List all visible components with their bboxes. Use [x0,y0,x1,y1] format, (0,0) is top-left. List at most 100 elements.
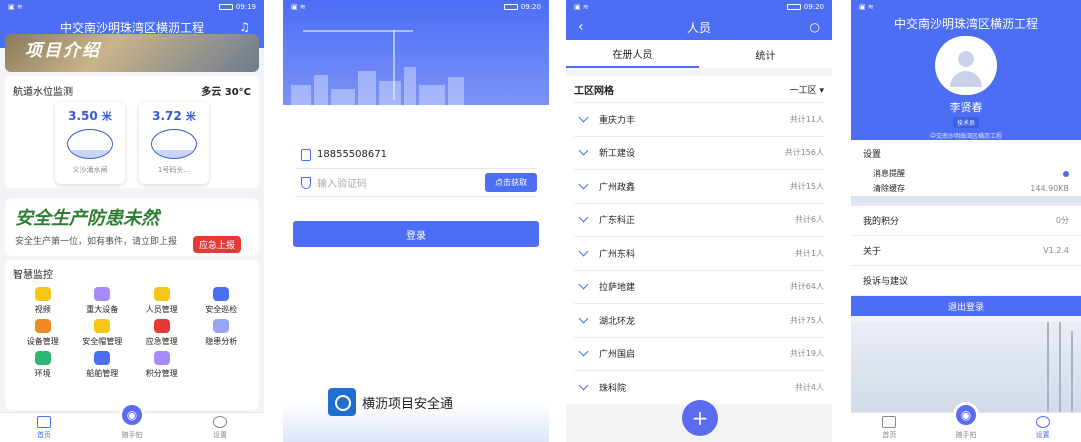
monitor-item-label: 应急管理 [145,337,178,346]
monitor-item-label: 隐患分析 [205,337,238,346]
tab-home[interactable]: 首页 [14,416,74,440]
app-title: 中交南沙明珠湾区横沥工程 [59,20,204,35]
project-banner[interactable]: 项目介绍 [5,34,259,72]
monitor-item[interactable]: 重大设备 [73,287,133,315]
company-count: 共计1人 [794,248,824,258]
user-org: 中交南沙明珠湾区横沥工程 [929,132,1002,140]
monitor-item-label: 环境 [34,369,51,378]
water-gauge-icon [67,129,113,159]
tab-snap[interactable]: ◉ 随手拍 [102,402,162,440]
clear-cache-setting[interactable]: 清除缓存 144.90KB [863,181,1069,196]
phone-icon [301,148,311,161]
monitor-item[interactable]: 视频 [13,287,73,315]
list-item[interactable]: 重庆力丰 共计11人 [574,102,824,136]
monitor-item-label: 重大设备 [86,305,119,314]
camera-icon: ◉ [119,402,145,428]
search-icon[interactable]: ○ [810,20,820,34]
toggle-icon[interactable] [1063,170,1069,177]
safety-banner: 安全生产防患未然 安全生产第一位，如有事件，请立即上报 应急上报 [5,198,259,256]
tab-registered[interactable]: 在册人员 [566,40,699,68]
monitor-item-icon [213,287,230,301]
add-button[interactable]: + [682,400,718,436]
tab-settings[interactable]: 设置 [1013,416,1073,440]
company-name: 拉萨地建 [599,283,636,294]
group-label: 工区网格 [574,85,614,97]
verification-code-field[interactable]: 输入验证码 点击获取 [295,169,537,197]
my-points[interactable]: 我的积分 0分 [851,206,1081,236]
about-item[interactable]: 关于 V1.2.4 [851,236,1081,266]
phone-field[interactable]: 18855508671 [295,141,537,169]
chevron-down-icon [578,246,589,257]
tab-home[interactable]: 首页 [859,416,919,440]
back-icon[interactable]: ‹ [578,19,584,35]
tab-settings[interactable]: 设置 [190,416,250,440]
chevron-down-icon [578,212,589,223]
login-button[interactable]: 登录 [293,221,539,247]
company-name: 广州政鑫 [599,182,636,193]
home-icon [37,416,51,428]
water-gauge[interactable]: 3.50 米义沙涌水闸 [55,102,125,184]
background-pylon [851,322,1081,412]
area-dropdown[interactable]: 一工区 ▾ [790,83,824,96]
chevron-down-icon [578,380,589,391]
settings-icon [1035,416,1050,428]
water-gauge[interactable]: 3.72 米 1号码头... [139,102,209,184]
chevron-down-icon [578,346,589,357]
emergency-report-button[interactable]: 应急上报 [193,236,242,253]
monitor-item[interactable]: 积分管理 [132,351,192,379]
get-code-button[interactable]: 点击获取 [485,173,537,192]
complaint-item[interactable]: 投诉与建议 [851,266,1081,296]
home-icon [882,416,897,428]
user-role-badge: 技术员 [952,116,979,128]
list-item[interactable]: 广州国启 共计19人 [574,336,824,371]
monitor-item-label: 安全帽管理 [82,337,123,346]
user-name: 李贤春 [949,100,983,114]
company-name: 珠科院 [599,383,627,394]
notify-setting[interactable]: 消息提醒 [863,166,1069,181]
list-item[interactable]: 新工建设 共计156人 [574,135,824,170]
home-screen: ▣ ≋ 09:19 中交南沙明珠湾区横沥工程 ♫ 项目介绍 航道水位监测 多云 30°… [0,0,264,442]
monitor-item[interactable]: 安全帽管理 [73,319,133,347]
bell-icon[interactable]: ♫ [239,20,250,34]
monitor-item-icon [94,287,111,301]
profile-header: ▣ ≋ 中交南沙明珠湾区横沥工程 李贤春 技术员 中交南沙明珠湾区横沥工程 [851,0,1081,140]
tab-statistics[interactable]: 统计 [699,40,832,68]
safety-slogan: 安全生产防患未然 [15,208,159,229]
list-item[interactable]: 湖北环龙 共计75人 [574,303,824,337]
monitor-item-label: 视频 [34,305,51,314]
monitor-item-icon [153,351,170,365]
company-name: 湖北环龙 [599,316,636,327]
list-item[interactable]: 广州东科 共计1人 [574,236,824,270]
company-name: 广东科正 [599,216,636,227]
monitor-item-label: 安全巡检 [205,305,238,314]
chevron-down-icon [578,145,589,156]
logout-button[interactable]: 退出登录 [851,296,1081,316]
monitor-item[interactable]: 隐患分析 [192,319,252,347]
monitor-item[interactable]: 环境 [13,351,73,379]
monitor-item[interactable]: 人员管理 [132,287,192,315]
company-count: 共计64人 [789,282,824,292]
chevron-down-icon [578,179,589,190]
chevron-down-icon [578,112,589,123]
app-title: 中交南沙明珠湾区横沥工程 [893,17,1038,32]
list-item[interactable]: 珠科院 共计4人 [574,370,824,404]
company-name: 广州国启 [599,350,636,361]
avatar[interactable] [935,36,997,95]
water-level-card: 航道水位监测 多云 30°C 3.50 米义沙涌水闸 3.72 米 1号码头... [5,76,259,188]
monitor-item[interactable]: 设备管理 [13,319,73,347]
list-item[interactable]: 广东科正 共计6人 [574,202,824,237]
list-item[interactable]: 广州政鑫 共计15人 [574,169,824,203]
monitor-item-icon [94,351,111,365]
monitor-item-label: 积分管理 [145,369,178,378]
tab-snap[interactable]: ◉ 随手拍 [936,402,996,440]
water-gauge-icon [151,129,197,159]
tab-bar: 首页 ◉ 随手拍 设置 [851,402,1081,442]
monitor-item[interactable]: 安全巡检 [192,287,252,315]
shield-icon [301,176,311,189]
monitor-item-icon [34,319,51,333]
app-logo-icon [328,388,356,416]
monitor-item[interactable]: 船舶管理 [73,351,133,379]
monitor-item[interactable]: 应急管理 [132,319,192,347]
settings-icon [213,416,227,428]
list-item[interactable]: 拉萨地建 共计64人 [574,269,824,304]
